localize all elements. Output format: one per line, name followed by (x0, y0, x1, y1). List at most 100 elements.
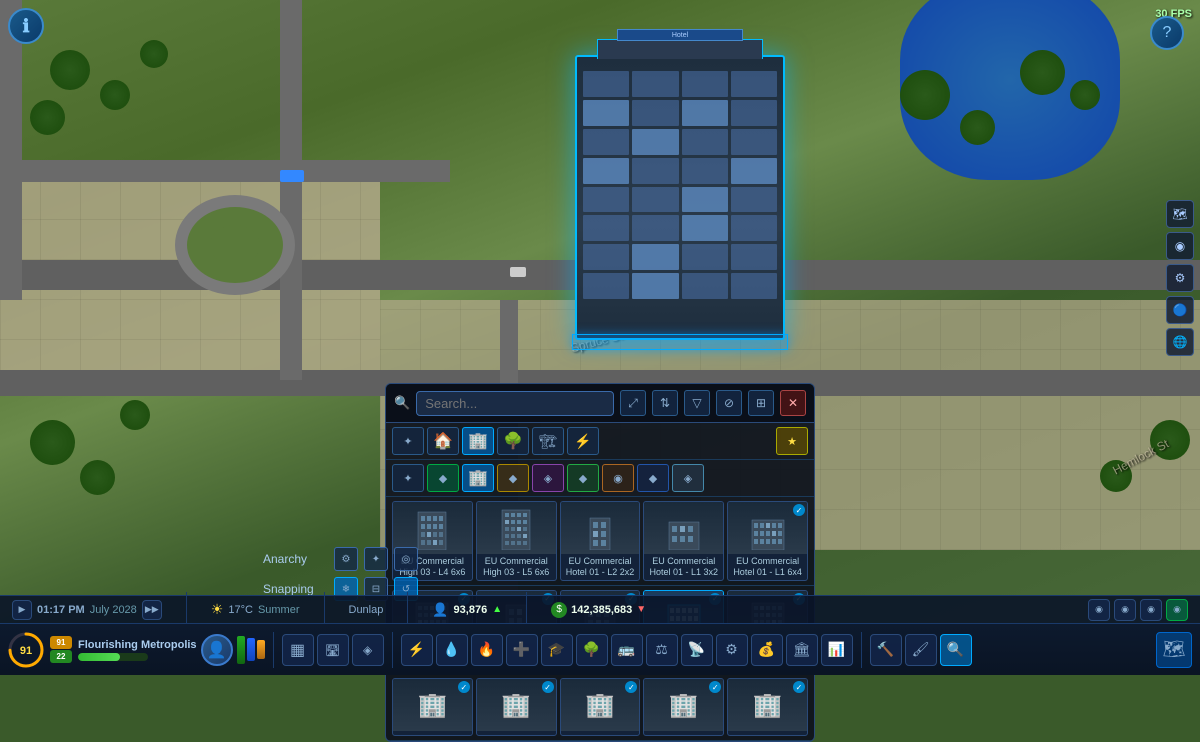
money-display: $ 142,385,683 ▼ (551, 602, 646, 618)
money-amount: 142,385,683 (571, 604, 632, 616)
tag-btn[interactable]: ⊘ (716, 390, 742, 416)
tool-roads[interactable]: 🛣 (317, 634, 349, 666)
time-display: 01:17 PM (37, 604, 85, 616)
status-btn-1[interactable]: ◉ (1088, 599, 1110, 621)
anarchy-row: Anarchy ⚙ ✦ ◎ (263, 547, 418, 571)
right-btn-2[interactable]: ◉ (1166, 232, 1194, 260)
tool-parks[interactable]: 🌳 (576, 634, 608, 666)
subtab-8[interactable]: ◈ (672, 464, 704, 492)
tool-electricity[interactable]: ⚡ (401, 634, 433, 666)
tree-7 (120, 400, 150, 430)
building-label-3: EU Commercial Hotel 01 - L2 2x2 (561, 554, 640, 580)
tree-1 (50, 50, 90, 90)
tab-commercial[interactable]: 🏢 (462, 427, 494, 455)
status-btn-2[interactable]: ◉ (1114, 599, 1136, 621)
tb-divider-2 (392, 632, 393, 668)
building-extra-5[interactable]: 🏢 ✓ (727, 678, 808, 736)
tool-water[interactable]: 💧 (436, 634, 468, 666)
skip-btn[interactable]: ▶▶ (142, 600, 162, 620)
tree-9 (960, 110, 995, 145)
building-hotel-l1-3x2[interactable]: EU Commercial Hotel 01 - L1 3x2 (643, 501, 724, 581)
tool-bulldoze[interactable]: 🔨 (870, 634, 902, 666)
tool-stats[interactable]: 📊 (821, 634, 853, 666)
city-name-section: Flourishing Metropolis (78, 639, 197, 661)
help-button[interactable]: ? (1150, 16, 1184, 50)
layout-btn[interactable]: ⊞ (748, 390, 774, 416)
tool-fire[interactable]: 🔥 (471, 634, 503, 666)
tool-search[interactable]: 🔍 (940, 634, 972, 666)
car-1 (510, 267, 526, 277)
status-btn-4[interactable]: ◉ (1166, 599, 1188, 621)
tool-zones[interactable]: ▦ (282, 634, 314, 666)
tool-cityservices[interactable]: 🏛 (786, 634, 818, 666)
anarchy-btn-1[interactable]: ⚙ (334, 547, 358, 571)
right-btn-4[interactable]: 🔵 (1166, 296, 1194, 324)
subtab-2[interactable]: 🏢 (462, 464, 494, 492)
tool-finance[interactable]: 💰 (751, 634, 783, 666)
tree-10 (1020, 50, 1065, 95)
sort-btn[interactable]: ⇅ (652, 390, 678, 416)
city-badge: 91 91 22 Flourishing Metropolis (8, 632, 197, 668)
tab-nature[interactable]: 🌳 (497, 427, 529, 455)
road-horizontal-top (0, 160, 450, 182)
building-extra-1[interactable]: 🏢 ✓ (392, 678, 473, 736)
minimap-btn[interactable]: 🗺 (1156, 632, 1192, 668)
subtab-7[interactable]: ◆ (637, 464, 669, 492)
building-hotel-l1-6x4[interactable]: ✓ EU Commercial Hotel 01 - L1 6x4 (727, 501, 808, 581)
category-tabs-row2: ✦ ◆ 🏢 ◆ ◈ ◆ ◉ ◆ ◈ (386, 460, 814, 497)
level-badge-bottom: 22 (50, 650, 72, 663)
selected-building-3d[interactable]: Hotel (575, 55, 785, 340)
right-btn-5[interactable]: 🌐 (1166, 328, 1194, 356)
building-extra-2[interactable]: 🏢 ✓ (476, 678, 557, 736)
building-thumb-icon-1 (413, 506, 451, 550)
anarchy-btn-3[interactable]: ◎ (394, 547, 418, 571)
tree-6 (80, 460, 115, 495)
filter-btn[interactable]: ▽ (684, 390, 710, 416)
minimap-section: 🗺 (1156, 632, 1192, 668)
tool-education[interactable]: 🎓 (541, 634, 573, 666)
subtab-all[interactable]: ✦ (392, 464, 424, 492)
tab-all[interactable]: ✦ (392, 427, 424, 455)
tool-paint[interactable]: 🖌 (905, 634, 937, 666)
money-trend-icon: ▼ (636, 604, 646, 615)
right-btn-3[interactable]: ⚙ (1166, 264, 1194, 292)
tab-favorites[interactable]: ★ (776, 427, 808, 455)
right-btn-1[interactable]: 🗺 (1166, 200, 1194, 228)
subtab-3[interactable]: ◆ (497, 464, 529, 492)
building-extra-3[interactable]: 🏢 ✓ (560, 678, 641, 736)
subtab-1[interactable]: ◆ (427, 464, 459, 492)
building-eu-comm-h03-l5[interactable]: EU Commercial High 03 - L5 6x6 (476, 501, 557, 581)
building-label-5: EU Commercial Hotel 01 - L1 6x4 (728, 554, 807, 580)
subtab-6[interactable]: ◉ (602, 464, 634, 492)
pause-btn[interactable]: ▶ (12, 600, 32, 620)
building-hotel-l2-2x2[interactable]: EU Commercial Hotel 01 - L2 2x2 (560, 501, 641, 581)
roundabout (175, 195, 295, 295)
expand-btn[interactable]: ⤢ (620, 390, 646, 416)
info-button[interactable]: ℹ (8, 8, 44, 44)
season-display: Summer (258, 604, 300, 616)
tool-comm[interactable]: 📡 (681, 634, 713, 666)
close-btn[interactable]: ✕ (780, 390, 806, 416)
building-grid-1: EU Commercial High 03 - L4 6x6 (392, 501, 808, 581)
subtab-4[interactable]: ◈ (532, 464, 564, 492)
building-label-13 (561, 731, 640, 735)
tab-industry[interactable]: 🏗 (532, 427, 564, 455)
status-btn-3[interactable]: ◉ (1140, 599, 1162, 621)
tool-snap[interactable]: ◈ (352, 634, 384, 666)
tool-transport[interactable]: 🚌 (611, 634, 643, 666)
tab-residential[interactable]: 🏠 (427, 427, 459, 455)
tool-police[interactable]: ⚖ (646, 634, 678, 666)
anarchy-btn-2[interactable]: ✦ (364, 547, 388, 571)
building-thumb-icon-3 (581, 506, 619, 550)
subtab-5[interactable]: ◆ (567, 464, 599, 492)
tool-health[interactable]: ➕ (506, 634, 538, 666)
avatar-btn[interactable]: 👤 (201, 634, 233, 666)
search-input[interactable] (416, 391, 614, 416)
building-grid-3: 🏢 ✓ 🏢 ✓ 🏢 ✓ 🏢 (392, 678, 808, 736)
anarchy-label: Anarchy (263, 552, 328, 566)
tool-industry[interactable]: ⚙ (716, 634, 748, 666)
person-icon: 👤 (432, 602, 448, 618)
demand-bar-2 (247, 638, 255, 660)
tab-utility[interactable]: ⚡ (567, 427, 599, 455)
building-extra-4[interactable]: 🏢 ✓ (643, 678, 724, 736)
